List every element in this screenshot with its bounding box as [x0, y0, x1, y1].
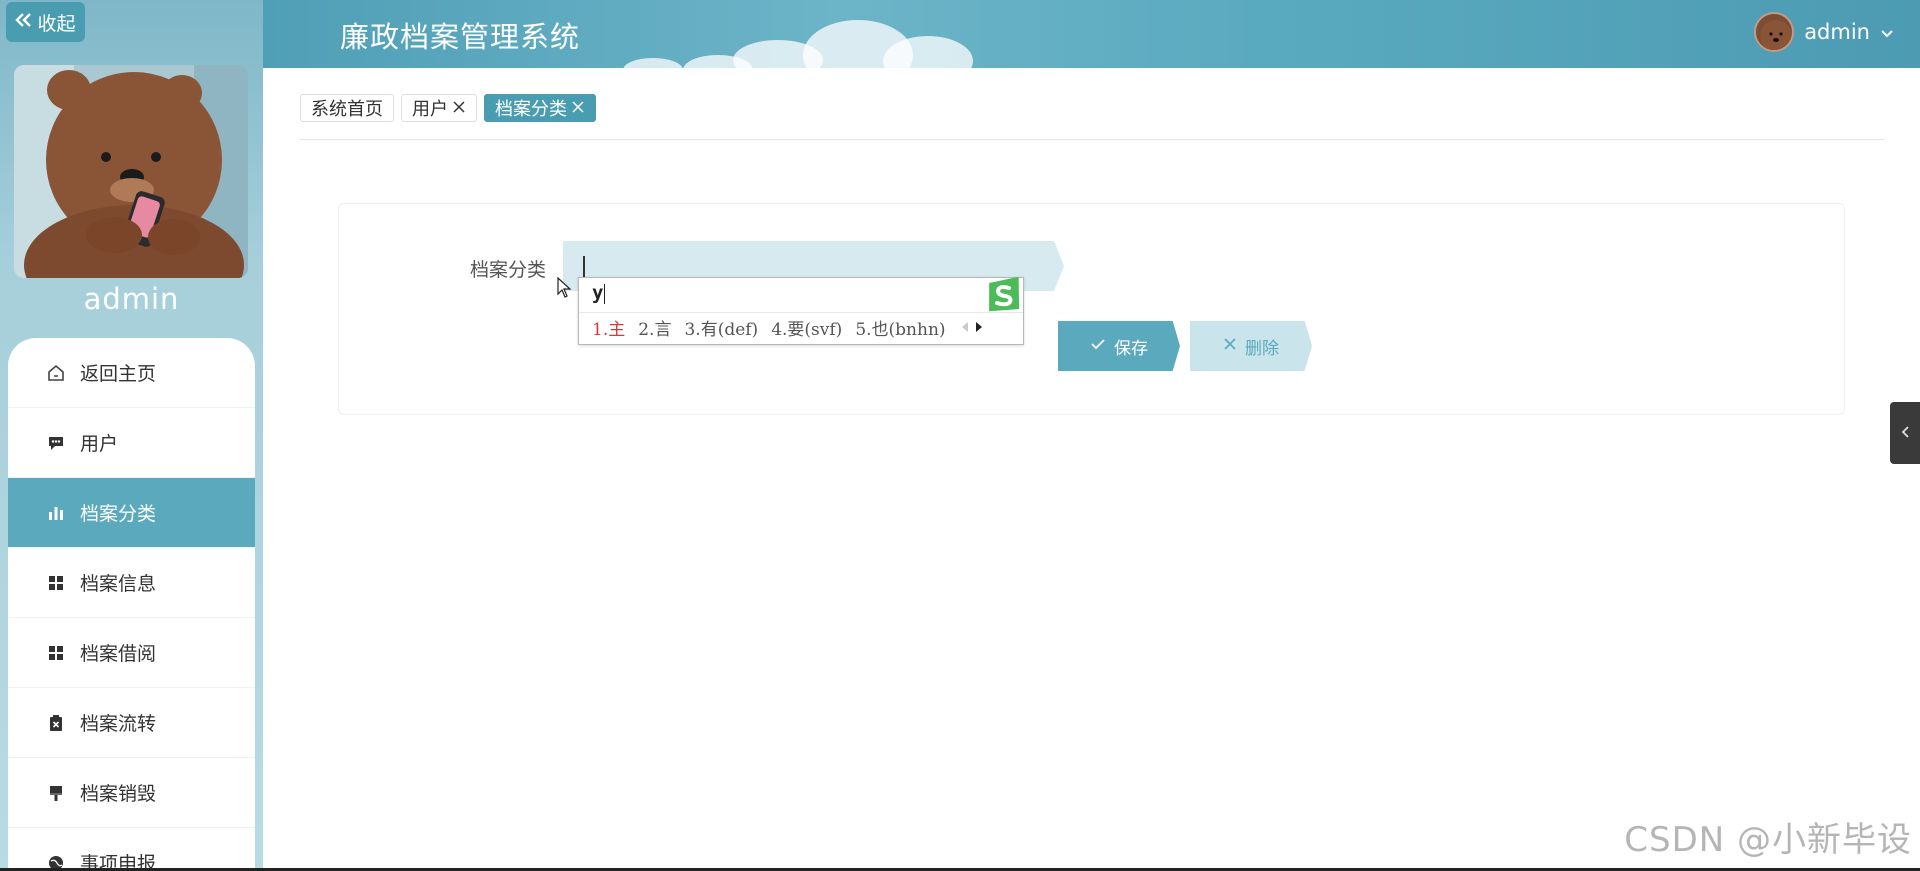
- save-button[interactable]: 保存: [1058, 321, 1180, 371]
- save-label: 保存: [1114, 338, 1148, 359]
- user-menu[interactable]: admin: [1754, 12, 1894, 52]
- sidebar-item-archive-destroy[interactable]: 档案销毁: [8, 758, 255, 828]
- collapse-label: 收起: [37, 12, 76, 35]
- ime-candidate[interactable]: 4.要(svf): [771, 315, 842, 340]
- ime-composition: y: [592, 282, 604, 304]
- sidebar: 收起 admin 返回主页 用户 档案分类 档案信息 档案借阅 档案流转 档案销…: [0, 0, 263, 871]
- delete-label: 删除: [1245, 338, 1279, 359]
- ime-divider: [579, 312, 1023, 313]
- grid-icon: [46, 573, 66, 593]
- delete-button[interactable]: 删除: [1190, 321, 1312, 371]
- sidebar-item-label: 档案销毁: [80, 783, 157, 805]
- header-cloud-decoration: [623, 58, 683, 68]
- clipboard-x-icon: [46, 713, 66, 733]
- collapse-button[interactable]: 收起: [6, 2, 85, 42]
- header-username: admin: [1804, 20, 1870, 44]
- ime-candidate[interactable]: 2.言: [638, 315, 671, 340]
- sidebar-item-archive-category[interactable]: 档案分类: [8, 478, 255, 548]
- top-header: 廉政档案管理系统 admin: [263, 0, 1920, 68]
- side-panel-toggle[interactable]: [1890, 402, 1920, 464]
- close-icon[interactable]: [571, 98, 585, 119]
- chevron-left-icon: [1900, 424, 1910, 443]
- sidebar-item-archive-transfer[interactable]: 档案流转: [8, 688, 255, 758]
- sidebar-menu: 返回主页 用户 档案分类 档案信息 档案借阅 档案流转 档案销毁 事项申报: [8, 338, 255, 871]
- sidebar-item-archive-info[interactable]: 档案信息: [8, 548, 255, 618]
- check-icon: [1090, 336, 1106, 356]
- text-caret: [583, 256, 585, 278]
- sidebar-item-matter-report[interactable]: 事项申报: [8, 828, 255, 871]
- ime-candidate[interactable]: 5.也(bnhn): [855, 315, 945, 340]
- tabs-divider: [300, 139, 1884, 140]
- ime-candidate-list: 1.主 2.言 3.有(def) 4.要(svf) 5.也(bnhn): [592, 315, 946, 340]
- brush-icon: [46, 783, 66, 803]
- tab-label: 用户: [412, 99, 448, 120]
- form-card: [338, 203, 1845, 415]
- tab-users[interactable]: 用户: [401, 94, 477, 122]
- grid-icon: [46, 643, 66, 663]
- caret-left-icon[interactable]: [961, 318, 969, 337]
- sidebar-item-label: 档案信息: [80, 573, 157, 595]
- tab-home[interactable]: 系统首页: [300, 94, 394, 122]
- tab-label: 系统首页: [311, 99, 383, 120]
- bar-chart-icon: [46, 503, 66, 523]
- sidebar-item-label: 档案流转: [80, 713, 157, 735]
- sidebar-username: admin: [83, 282, 180, 316]
- close-icon[interactable]: [452, 98, 466, 119]
- tab-label: 档案分类: [495, 99, 567, 120]
- user-avatar-image: [14, 65, 248, 278]
- watermark: CSDN @小新毕设: [1624, 820, 1912, 860]
- tab-archive-category[interactable]: 档案分类: [484, 94, 596, 122]
- home-icon: [46, 363, 66, 383]
- close-icon: [1223, 336, 1237, 356]
- archive-category-label: 档案分类: [470, 259, 547, 281]
- ime-logo-icon: [985, 277, 1023, 313]
- ime-candidate[interactable]: 3.有(def): [684, 315, 758, 340]
- avatar: [1754, 12, 1795, 52]
- sidebar-item-users[interactable]: 用户: [8, 408, 255, 478]
- ime-candidate[interactable]: 1.主: [592, 315, 625, 340]
- sidebar-item-label: 档案借阅: [80, 643, 157, 665]
- sidebar-item-label: 档案分类: [80, 503, 157, 525]
- tab-bar: 系统首页 用户 档案分类: [300, 94, 596, 122]
- caret-right-icon[interactable]: [975, 318, 983, 337]
- sidebar-item-label: 返回主页: [80, 363, 157, 385]
- double-chevron-left-icon: [15, 11, 33, 33]
- sidebar-item-archive-borrow[interactable]: 档案借阅: [8, 618, 255, 688]
- app-title: 廉政档案管理系统: [340, 20, 581, 54]
- ime-page-arrows: [961, 318, 983, 337]
- mouse-pointer-icon: [557, 276, 573, 303]
- sidebar-item-home[interactable]: 返回主页: [8, 338, 255, 408]
- ime-candidate-window: y 1.主 2.言 3.有(def) 4.要(svf) 5.也(bnhn): [578, 277, 1024, 345]
- sidebar-item-label: 用户: [80, 433, 119, 455]
- chat-icon: [46, 433, 66, 453]
- chevron-down-icon: [1880, 20, 1894, 44]
